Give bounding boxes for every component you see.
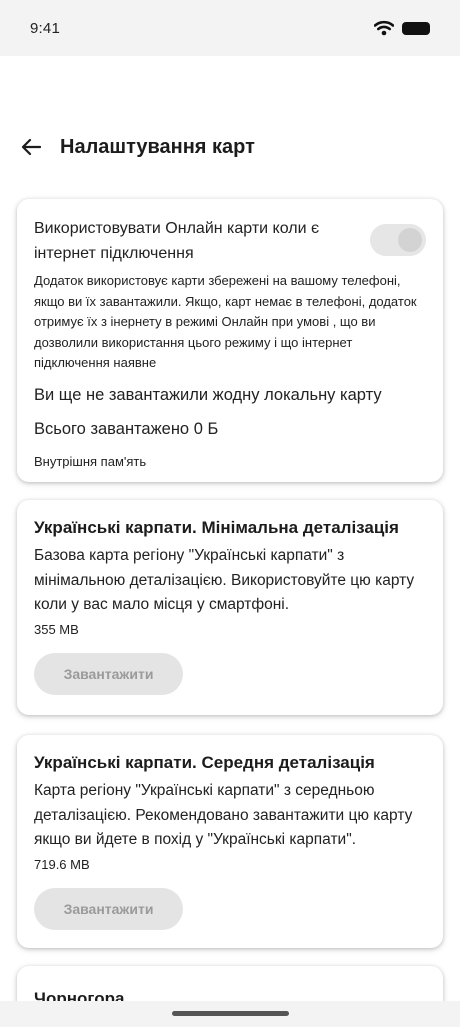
settings-card: Використовувати Онлайн карти коли є інте…: [17, 199, 443, 482]
online-maps-label: Використовувати Онлайн карти коли є інте…: [34, 220, 320, 262]
online-maps-description: Додаток використовує карти збережені на …: [34, 273, 417, 370]
system-nav-bar: [0, 1001, 460, 1027]
wifi-icon: [374, 20, 394, 36]
storage-label: Внутрішня пам'ять: [34, 453, 147, 469]
download-button[interactable]: Завантажити: [34, 652, 183, 695]
status-bar: 9:41: [0, 0, 460, 56]
map-title: Українські карпати. Середня деталізація: [34, 753, 375, 772]
toggle-knob: [398, 228, 422, 252]
status-icons: [374, 20, 430, 36]
map-description: Карта регіону "Українські карпати" з сер…: [34, 782, 413, 848]
app-header: Налаштування карт: [0, 120, 460, 174]
map-size: 355 MB: [34, 621, 79, 637]
back-arrow-icon[interactable]: [18, 134, 44, 160]
page-title: Налаштування карт: [60, 135, 255, 158]
home-handle[interactable]: [172, 1011, 289, 1016]
map-card: Українські карпати. Мінімальна деталізац…: [17, 500, 443, 715]
map-description: Базова карта регіону "Українські карпати…: [34, 547, 415, 613]
map-title: Українські карпати. Мінімальна деталізац…: [34, 518, 399, 537]
no-local-maps-text: Ви ще не завантажили жодну локальну карт…: [34, 385, 382, 404]
online-maps-toggle[interactable]: [370, 224, 426, 256]
map-size: 719.6 MB: [34, 856, 90, 872]
map-card: Українські карпати. Середня деталізація …: [17, 735, 443, 948]
battery-icon: [402, 21, 430, 35]
download-button[interactable]: Завантажити: [34, 887, 183, 930]
total-downloaded-text: Всього завантажено 0 Б: [34, 419, 219, 438]
online-maps-row: Використовувати Онлайн карти коли є інте…: [34, 216, 426, 266]
status-time: 9:41: [30, 19, 60, 37]
